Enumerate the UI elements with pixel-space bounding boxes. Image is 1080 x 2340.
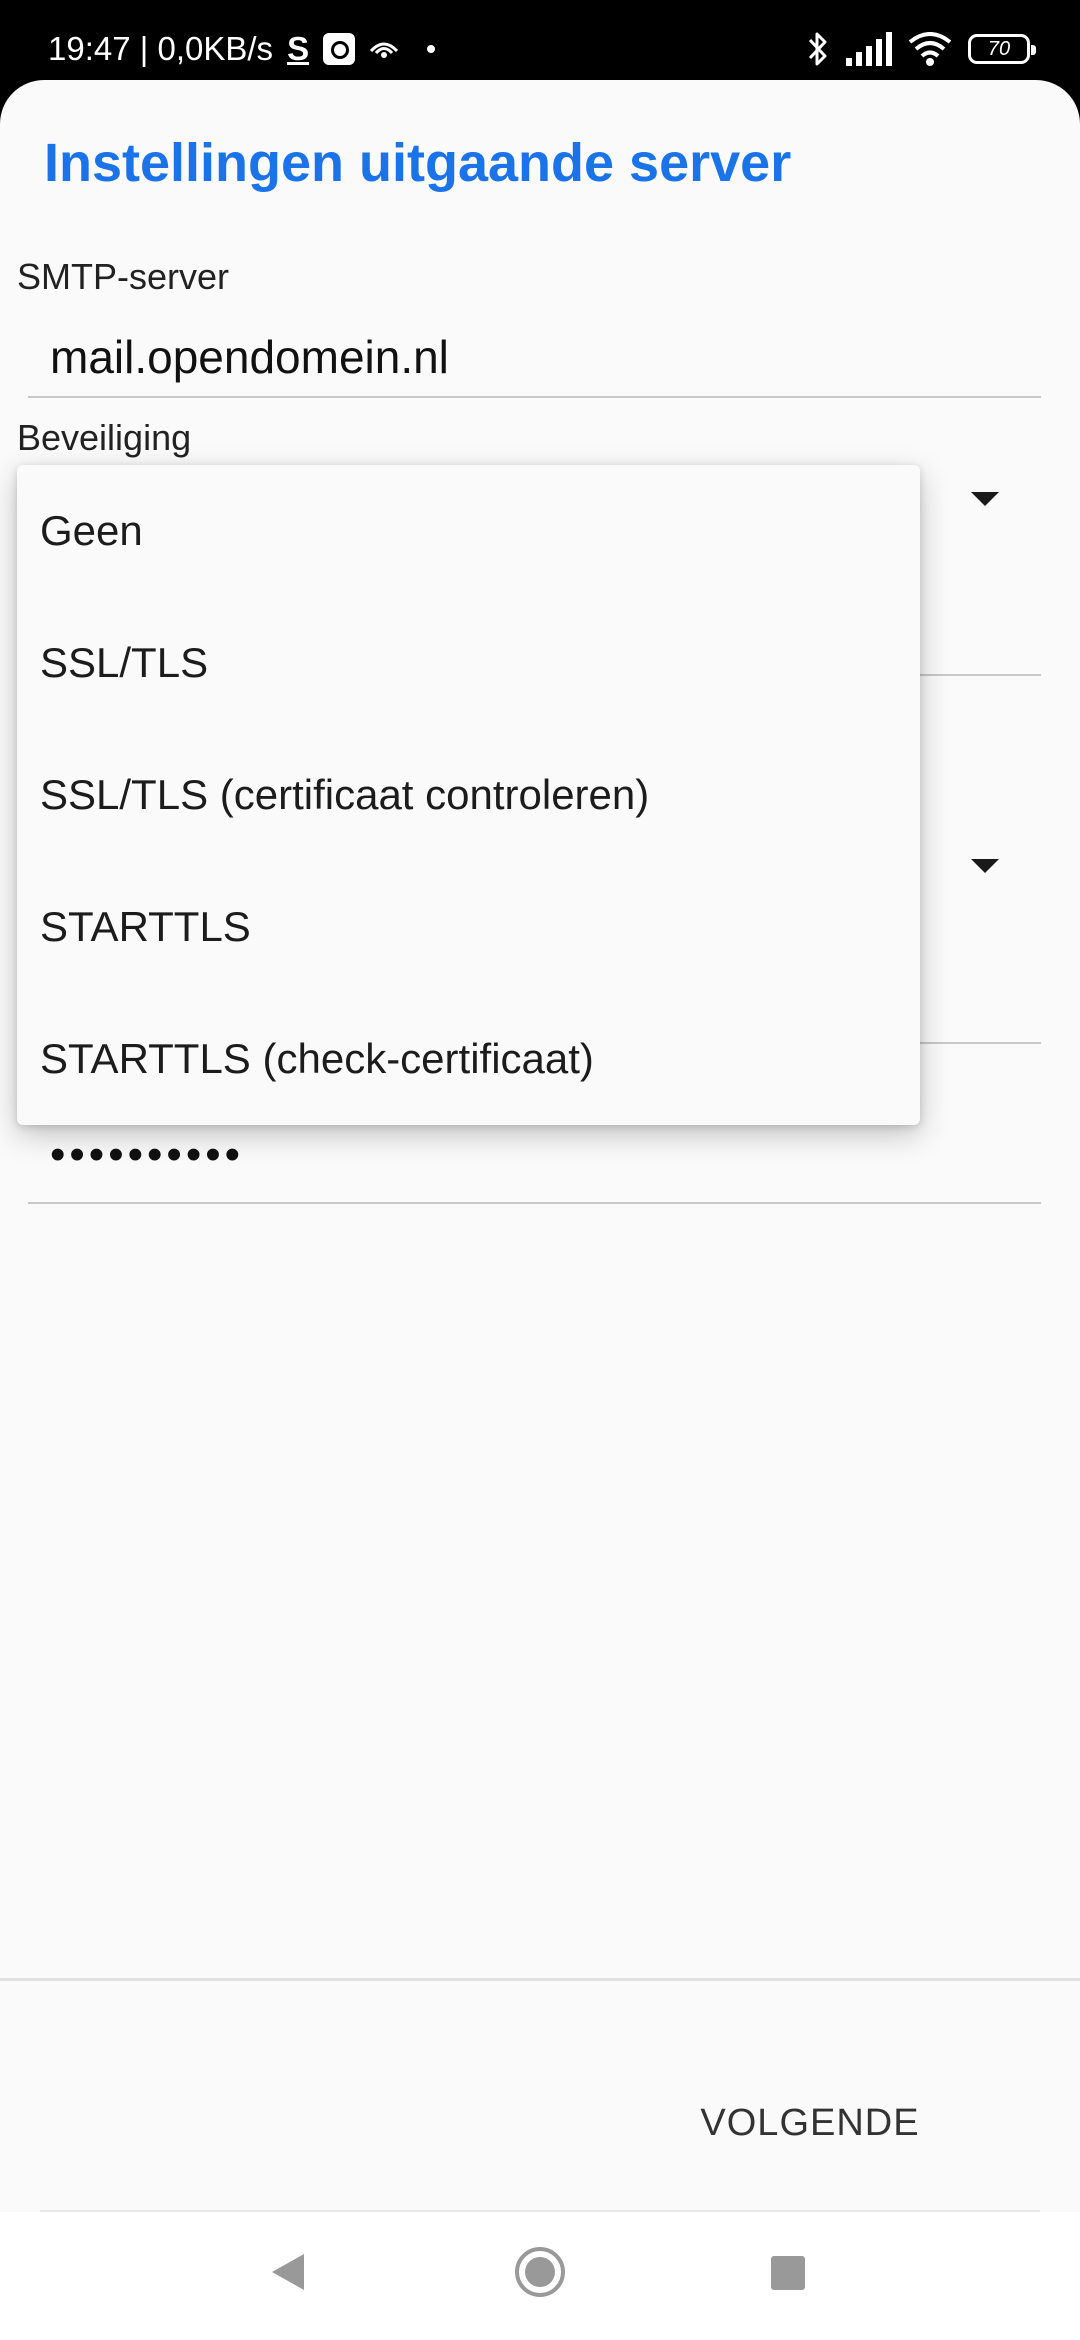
eye-icon (369, 42, 399, 58)
security-label: Beveiliging (17, 417, 192, 458)
status-right: 70 (806, 26, 1036, 72)
bluetooth-icon (808, 32, 827, 66)
security-option-none[interactable]: Geen (17, 465, 920, 597)
recent-apps-icon[interactable] (771, 2256, 805, 2290)
wifi-icon (908, 32, 952, 66)
next-button[interactable]: VOLGENDE (700, 2078, 920, 2168)
security-option-ssl-tls-verify[interactable]: SSL/TLS (certificaat controleren) (17, 729, 920, 861)
battery-level: 70 (987, 37, 1011, 60)
status-left: 19:47 | 0,0KB/s S (48, 28, 436, 70)
battery-icon: 70 (968, 34, 1036, 64)
camera-icon (323, 33, 356, 65)
security-dropdown-arrow-icon[interactable] (971, 492, 999, 506)
back-icon[interactable] (272, 2254, 304, 2290)
s-app-icon: S (287, 30, 310, 67)
security-option-ssl-tls[interactable]: SSL/TLS (17, 597, 920, 729)
password-underline (28, 1202, 1041, 1204)
action-divider (0, 1978, 1080, 1981)
security-option-starttls-verify[interactable]: STARTTLS (check-certificaat) (17, 993, 920, 1125)
smtp-underline (28, 396, 1041, 398)
page-title: Instellingen uitgaande server (44, 133, 792, 193)
clock-and-speed: 19:47 | 0,0KB/s (48, 30, 274, 67)
home-icon[interactable] (515, 2247, 565, 2297)
security-option-starttls[interactable]: STARTTLS (17, 861, 920, 993)
security-options-popup: Geen SSL/TLS SSL/TLS (certificaat contro… (17, 465, 920, 1125)
smtp-server-label: SMTP-server (17, 256, 230, 297)
smtp-server-input[interactable]: mail.opendomein.nl (50, 330, 449, 384)
password-input[interactable]: •••••••••• (50, 1130, 244, 1180)
signal-icon (846, 32, 892, 66)
notification-dot-icon (427, 45, 436, 53)
port-dropdown-arrow-icon[interactable] (971, 859, 999, 873)
status-bar: 19:47 | 0,0KB/s S 70 (0, 0, 1080, 90)
settings-sheet: Instellingen uitgaande server SMTP-serve… (0, 80, 1080, 2212)
